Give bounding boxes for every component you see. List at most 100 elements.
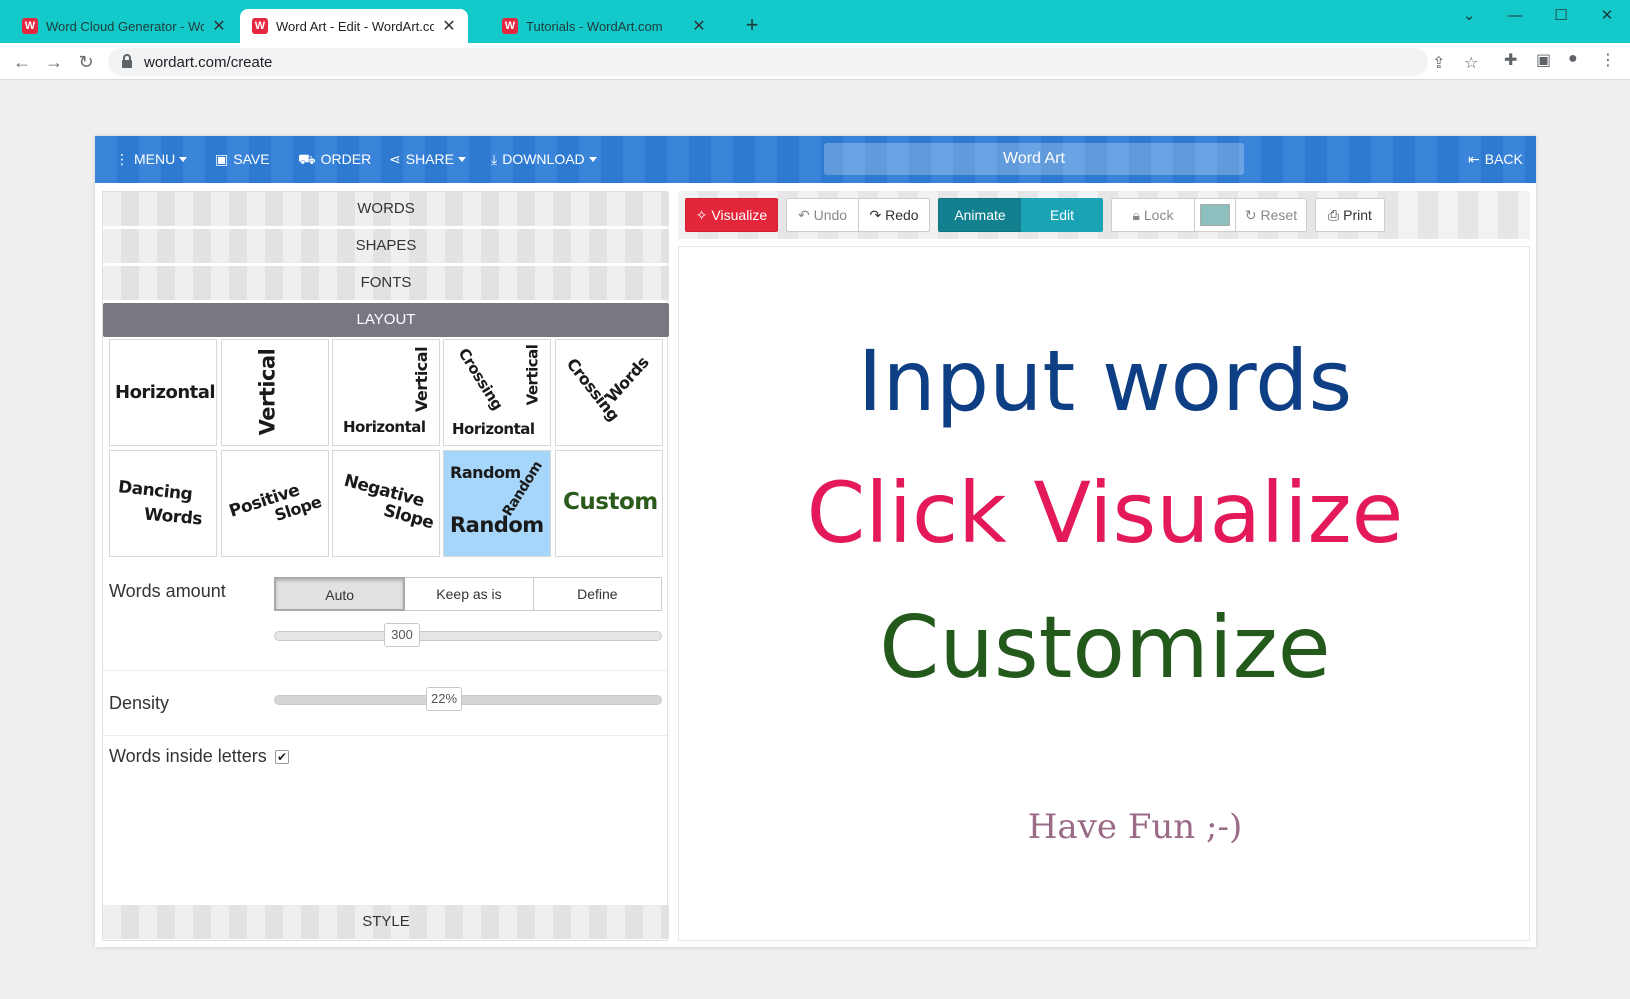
section-layout[interactable]: LAYOUT: [103, 303, 669, 337]
layout-text: Horizontal: [452, 420, 535, 438]
background-color-button[interactable]: [1194, 198, 1236, 232]
wordart-title-input[interactable]: Word Art: [824, 143, 1244, 175]
layout-crossing[interactable]: Crossing Vertical Horizontal: [443, 339, 551, 446]
omnibox[interactable]: wordart.com/create ⇪ ☆: [108, 48, 1478, 76]
words-inside-letters-checkbox[interactable]: ✔: [275, 750, 289, 764]
visualize-button[interactable]: ✧ Visualize: [685, 198, 778, 232]
divider: [103, 670, 669, 671]
bookmark-star-icon[interactable]: ☆: [1464, 53, 1478, 73]
caret-down-icon: [457, 157, 466, 162]
section-style[interactable]: STYLE: [103, 905, 669, 939]
url-text[interactable]: wordart.com/create: [144, 54, 272, 71]
close-tab-icon[interactable]: ✕: [440, 16, 458, 36]
share-page-icon[interactable]: ⇪: [1432, 53, 1445, 73]
layout-text: Dancing: [117, 477, 194, 505]
visualize-label: Visualize: [711, 207, 768, 223]
order-button[interactable]: ⛟ ORDER: [298, 136, 371, 183]
save-button[interactable]: ▣ SAVE: [215, 136, 270, 183]
words-amount-slider[interactable]: 300: [274, 623, 662, 647]
lock-icon: [122, 54, 132, 68]
tab-title: Tutorials - WordArt.com: [526, 18, 663, 34]
canvas-line-have-fun: Have Fun ;-): [1027, 807, 1243, 847]
print-label: Print: [1343, 207, 1372, 223]
layout-horizontal-vertical[interactable]: Vertical Horizontal: [332, 339, 440, 446]
layout-text: Custom: [563, 489, 658, 515]
cart-icon: ⛟: [298, 151, 316, 167]
undo-button[interactable]: ↶ Undo: [786, 198, 859, 232]
layout-text: Crossing: [454, 344, 507, 414]
browser-tab-word-art-edit[interactable]: W Word Art - Edit - WordArt.com ✕: [240, 9, 468, 43]
address-bar-row: ← → ↻ wordart.com/create ⇪ ☆: [0, 43, 1630, 80]
share-button[interactable]: ⋖ SHARE: [389, 136, 466, 183]
maximize-icon[interactable]: ☐: [1538, 4, 1584, 28]
layout-random[interactable]: Random Random Random: [443, 450, 551, 557]
density-slider[interactable]: 22%: [274, 687, 662, 711]
color-swatch: [1200, 204, 1230, 226]
download-icon: ⤓: [491, 151, 498, 167]
layout-text: Words: [143, 504, 203, 530]
side-panel-icon[interactable]: ▣: [1536, 50, 1551, 70]
order-label: ORDER: [320, 151, 372, 167]
redo-button[interactable]: ↷ Redo: [858, 198, 930, 232]
layout-text: Vertical: [255, 348, 280, 436]
close-tab-icon[interactable]: ✕: [210, 16, 228, 36]
printer-icon: ⎙: [1328, 207, 1340, 223]
layout-custom[interactable]: Custom: [555, 450, 663, 557]
words-amount-selector: Auto Keep as is Define: [274, 577, 662, 611]
wordart-editor: ⋮ MENU ▣ SAVE ⛟ ORDER ⋖ SHARE ⤓ DOWNLOAD…: [95, 136, 1536, 947]
share-label: SHARE: [405, 151, 454, 167]
download-button[interactable]: ⤓ DOWNLOAD: [491, 136, 597, 183]
layout-text: Vertical: [412, 346, 432, 413]
wordart-favicon-icon: W: [502, 18, 518, 34]
section-words[interactable]: WORDS: [103, 192, 669, 226]
menu-button[interactable]: ⋮ MENU: [115, 136, 188, 183]
lock-button[interactable]: 🔒︎ Lock: [1111, 198, 1195, 232]
print-button[interactable]: ⎙ Print: [1315, 198, 1385, 232]
edit-button[interactable]: Edit: [1021, 198, 1103, 232]
save-label: SAVE: [233, 151, 270, 167]
canvas-line-input-words: Input words: [857, 332, 1353, 430]
layout-horizontal[interactable]: Horizontal: [109, 339, 217, 446]
tab-search-chevron-icon[interactable]: ⌄: [1446, 4, 1492, 28]
close-window-icon[interactable]: ✕: [1584, 4, 1630, 28]
browser-tab-tutorials[interactable]: W Tutorials - WordArt.com ✕: [490, 9, 718, 43]
wordart-canvas[interactable]: Input words Click Visualize Customize Ha…: [678, 246, 1530, 941]
tab-title: Word Art - Edit - WordArt.com: [276, 18, 434, 34]
back-button[interactable]: ⇤ BACK: [1468, 136, 1523, 183]
back-arrow-icon[interactable]: ←: [10, 50, 34, 74]
words-amount-handle[interactable]: 300: [384, 623, 420, 647]
layout-vertical[interactable]: Vertical: [221, 339, 329, 446]
caret-down-icon: [588, 157, 597, 162]
animate-button[interactable]: Animate: [938, 198, 1022, 232]
redo-arrow-icon: ↷: [869, 207, 882, 223]
forward-arrow-icon[interactable]: →: [42, 50, 66, 74]
profile-icon[interactable]: ●: [1568, 50, 1578, 68]
words-amount-auto[interactable]: Auto: [274, 577, 406, 611]
close-tab-icon[interactable]: ✕: [690, 16, 708, 36]
section-fonts[interactable]: FONTS: [103, 266, 669, 300]
magic-wand-icon: ✧: [695, 207, 708, 223]
redo-label: Redo: [885, 207, 919, 223]
kebab-menu-icon[interactable]: ⋮: [1600, 50, 1616, 70]
layout-dancing-words[interactable]: Dancing Words: [109, 450, 217, 557]
density-handle[interactable]: 22%: [426, 687, 462, 711]
vertical-dots-icon: ⋮: [115, 151, 129, 167]
reload-icon[interactable]: ↻: [74, 50, 98, 74]
layout-text: Words: [601, 352, 653, 407]
new-tab-plus-icon[interactable]: +: [738, 12, 766, 40]
floppy-disk-icon: ▣: [215, 151, 229, 167]
share-icon: ⋖: [389, 151, 401, 167]
extensions-puzzle-icon[interactable]: ✚: [1504, 50, 1517, 70]
section-shapes[interactable]: SHAPES: [103, 229, 669, 263]
canvas-line-click-visualize: Click Visualize: [806, 464, 1404, 562]
minimize-icon[interactable]: —: [1492, 4, 1538, 28]
layout-crossing-words[interactable]: Crossing Words: [555, 339, 663, 446]
browser-tab-word-cloud[interactable]: W Word Cloud Generator - WordArt.com ✕: [10, 9, 238, 43]
words-amount-keep[interactable]: Keep as is: [405, 577, 534, 611]
layout-positive-slope[interactable]: Positive Slope: [221, 450, 329, 557]
density-label: Density: [109, 693, 170, 713]
words-amount-define[interactable]: Define: [533, 577, 662, 611]
layout-negative-slope[interactable]: Negative Slope: [332, 450, 440, 557]
padlock-icon: 🔒︎: [1132, 207, 1140, 223]
reset-button[interactable]: ↻ Reset: [1235, 198, 1307, 232]
